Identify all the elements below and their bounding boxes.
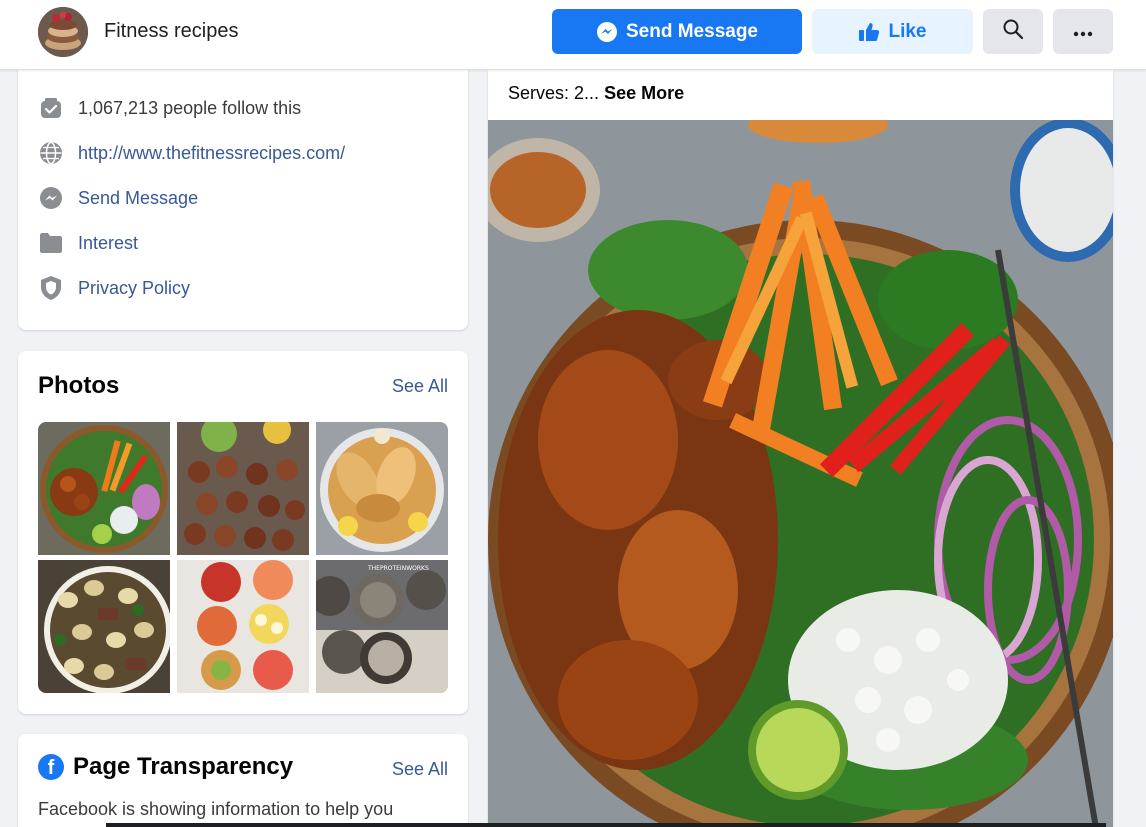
thumbs-up-icon (858, 22, 880, 42)
photo-grid: THEPROTEINWORKS (38, 422, 448, 693)
more-icon (1073, 21, 1093, 43)
privacy-policy-link[interactable]: Privacy Policy (78, 278, 190, 299)
like-button[interactable]: Like (812, 9, 973, 54)
like-label: Like (888, 20, 927, 42)
search-button[interactable] (983, 9, 1043, 54)
photos-card: Photos See All THEPROTEINWORKS (18, 351, 468, 714)
facebook-icon: f (38, 754, 64, 780)
folder-icon (38, 230, 64, 256)
followers-icon (38, 95, 64, 121)
post-card: Serves: 2... See More (488, 70, 1113, 827)
search-icon (1002, 18, 1024, 46)
post-text: Serves: 2... See More (508, 83, 684, 104)
followers-count: 1,067,213 people follow this (78, 97, 302, 118)
category-link[interactable]: Interest (78, 233, 138, 254)
photo-thumb[interactable] (38, 560, 170, 693)
photos-see-all-link[interactable]: See All (392, 376, 448, 397)
transparency-title: Page Transparency (73, 753, 294, 780)
photo-thumb[interactable] (316, 422, 448, 555)
photo-thumb[interactable]: THEPROTEINWORKS (316, 560, 448, 693)
page-header: Fitness recipes Send Message Like (0, 0, 1146, 70)
website-row[interactable]: http://www.thefitnessrecipes.com/ (38, 138, 345, 168)
page-title[interactable]: Fitness recipes (104, 20, 239, 43)
globe-icon (38, 140, 64, 166)
photos-title: Photos (38, 372, 120, 399)
send-message-button[interactable]: Send Message (552, 9, 802, 54)
more-options-button[interactable] (1053, 9, 1113, 54)
photo-thumb[interactable] (38, 422, 170, 555)
photo-thumb[interactable] (177, 422, 309, 555)
messenger-icon (38, 185, 64, 211)
send-message-label: Send Message (626, 20, 758, 42)
messenger-icon (596, 21, 618, 43)
category-row[interactable]: Interest (38, 228, 138, 258)
page-avatar[interactable] (38, 7, 88, 57)
send-message-row[interactable]: Send Message (38, 183, 198, 213)
followers-row: 1,067,213 people follow this (38, 93, 301, 123)
shield-icon (38, 275, 64, 301)
privacy-row[interactable]: Privacy Policy (38, 273, 190, 303)
page-transparency-card: f Page Transparency See All Facebook is … (18, 734, 468, 827)
post-image[interactable] (488, 120, 1113, 827)
send-message-link[interactable]: Send Message (78, 188, 198, 209)
window-bottom-bar (106, 823, 1106, 827)
transparency-description: Facebook is showing information to help … (38, 799, 394, 819)
thumb-watermark: THEPROTEINWORKS (367, 565, 429, 572)
website-link[interactable]: http://www.thefitnessrecipes.com/ (78, 143, 345, 164)
photo-thumb[interactable] (177, 560, 309, 693)
serves-text: Serves: 2... (508, 83, 600, 103)
see-more-link[interactable]: See More (604, 83, 684, 103)
about-card: 1,067,213 people follow this http://www.… (18, 40, 468, 330)
transparency-see-all-link[interactable]: See All (392, 759, 448, 780)
